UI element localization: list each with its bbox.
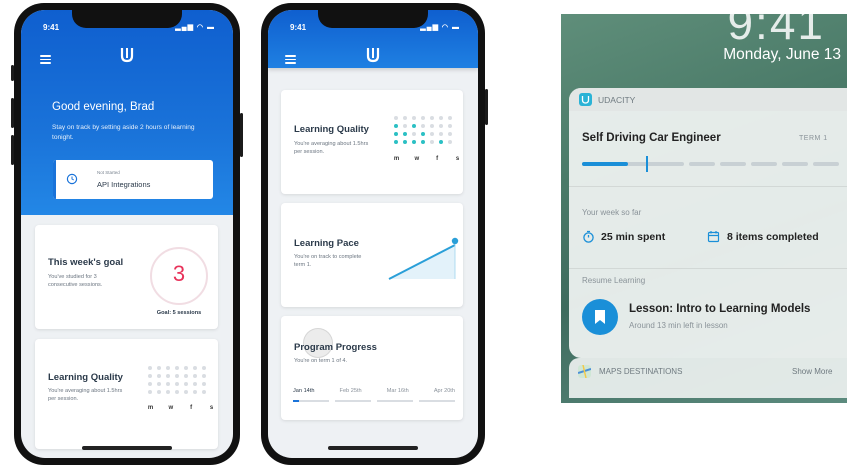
progress-fill (582, 162, 628, 166)
phone-2-notch (318, 10, 428, 28)
phone-2-day-labels: m w f s (392, 156, 462, 162)
phone-2-screen: 9:41 ▂▄▆ ◠ ▬ Learning Quality You're ave… (268, 10, 478, 458)
phone-2-menu-icon[interactable] (285, 55, 296, 64)
phone-2-activity-dot-grid (394, 116, 452, 144)
quality-title: Learning Quality (48, 372, 123, 383)
lock-clock: 9:41 (727, 14, 825, 49)
pace-title: Learning Pace (294, 238, 359, 249)
phone-2-quality-text: You're averaging about 1.5hrs per sessio… (294, 141, 369, 155)
phone-2-home-indicator[interactable] (328, 446, 418, 450)
pace-text: You're on track to complete term 1. (294, 254, 362, 268)
progress-card[interactable]: Program Progress You're on term 1 of 4. … (281, 316, 463, 420)
signal-wifi-battery-icon: ▂▄▆ ◠ ▬ (175, 24, 215, 31)
phone-1-volume-up (11, 98, 14, 128)
month-label: Apr 20th (433, 388, 455, 394)
divider (569, 186, 847, 187)
lock-screen: 9:41 Monday, June 13 UDACITY Self Drivin… (561, 14, 847, 403)
maps-app-icon (578, 365, 591, 378)
maps-label: MAPS DESTINATIONS (599, 367, 683, 376)
home-header: 9:41 ▂▄▆ ◠ ▬ Good evening, Brad Stay on … (21, 10, 233, 215)
goal-text: You've studied for 3 consecutive session… (48, 274, 103, 288)
lesson-card[interactable]: Not Started API Integrations (53, 160, 213, 199)
greeting-message: Stay on track by setting aside 2 hours o… (52, 124, 195, 141)
home-indicator[interactable] (82, 446, 172, 450)
stopwatch-icon (583, 230, 594, 243)
status-time: 9:41 (43, 23, 60, 32)
goal-label: Goal: 5 sessions (156, 310, 202, 316)
month-label: Feb 25th (339, 388, 362, 394)
program-progress-bar (582, 156, 839, 172)
day-label: s (455, 156, 460, 162)
timeline-fill (293, 400, 300, 402)
calendar-check-icon (707, 231, 720, 243)
phone-1-frame: 9:41 ▂▄▆ ◠ ▬ Good evening, Brad Stay on … (11, 3, 243, 465)
lesson-title: API Integrations (97, 180, 151, 189)
week-label: Your week so far (582, 208, 642, 217)
resume-label: Resume Learning (582, 276, 646, 285)
phone-2-status-time: 9:41 (290, 23, 307, 32)
lesson-status: Not Started (97, 170, 120, 175)
day-label: m (147, 405, 154, 411)
notification-app-name: UDACITY (598, 95, 636, 105)
phone-2-frame: 9:41 ▂▄▆ ◠ ▬ Learning Quality You're ave… (261, 3, 488, 465)
clock-icon (66, 173, 78, 185)
progress-marker (646, 156, 648, 172)
day-label: m (393, 156, 400, 162)
day-label: w (414, 156, 420, 162)
month-label: Jan 14th (293, 388, 315, 394)
lesson-title: Lesson: Intro to Learning Models (629, 303, 811, 315)
program-title: Self Driving Car Engineer (582, 132, 721, 144)
notification-header: UDACITY (569, 88, 847, 111)
phone-2-udacity-logo-icon (366, 48, 380, 63)
phone-2-signal-icon: ▂▄▆ ◠ ▬ (420, 24, 460, 31)
items-completed: 8 items completed (727, 231, 819, 243)
goal-count: 3 (172, 261, 186, 286)
month-label: Mar 16th (386, 388, 409, 394)
quality-text: You're averaging about 1.5hrs per sessio… (48, 388, 123, 402)
pace-card[interactable]: Learning Pace You're on track to complet… (281, 203, 463, 307)
phone-1-power-button (240, 113, 243, 157)
udacity-app-icon (579, 93, 592, 106)
goal-title: This week's goal (48, 257, 124, 268)
day-label: s (209, 405, 214, 411)
maps-notification[interactable]: MAPS DESTINATIONS Show More (569, 358, 847, 398)
lesson-card-accent (53, 160, 56, 199)
timeline-track (293, 400, 455, 402)
phone-1-notch (72, 10, 182, 28)
udacity-notification[interactable]: UDACITY Self Driving Car Engineer TERM 1… (569, 88, 847, 358)
greeting-text: Good evening, Brad (52, 101, 155, 113)
day-label: f (190, 405, 193, 411)
time-spent: 25 min spent (601, 231, 666, 243)
show-more-link[interactable]: Show More (792, 367, 832, 376)
lesson-time-left: Around 13 min left in lesson (629, 321, 728, 330)
progress-title: Program Progress (294, 342, 377, 353)
phone-2-quality-card[interactable]: Learning Quality You're averaging about … (281, 90, 463, 194)
term-label: TERM 1 (799, 135, 828, 142)
menu-icon[interactable] (40, 55, 51, 64)
goal-card[interactable]: This week's goal You've studied for 3 co… (35, 225, 218, 329)
day-label: f (436, 156, 439, 162)
phone-1-volume-down (11, 135, 14, 165)
pace-trend-line (388, 237, 459, 280)
phone-2-power-button (485, 89, 488, 125)
day-label: w (168, 405, 174, 411)
phone-2-quality-title: Learning Quality (294, 124, 369, 135)
progress-timeline: Jan 14th Feb 25th Mar 16th Apr 20th (293, 388, 455, 394)
phone-1-screen: 9:41 ▂▄▆ ◠ ▬ Good evening, Brad Stay on … (21, 10, 233, 458)
udacity-logo-icon (120, 48, 134, 63)
phone-1-silent-switch (11, 65, 14, 81)
divider (569, 268, 847, 269)
activity-dot-grid (148, 366, 206, 394)
bookmark-icon (595, 310, 605, 324)
day-labels: m w f s (146, 405, 216, 411)
progress-text: You're on term 1 of 4. (294, 358, 348, 364)
lock-date: Monday, June 13 (723, 46, 841, 63)
resume-lesson-button[interactable] (582, 299, 618, 335)
quality-card[interactable]: Learning Quality You're averaging about … (35, 339, 218, 449)
